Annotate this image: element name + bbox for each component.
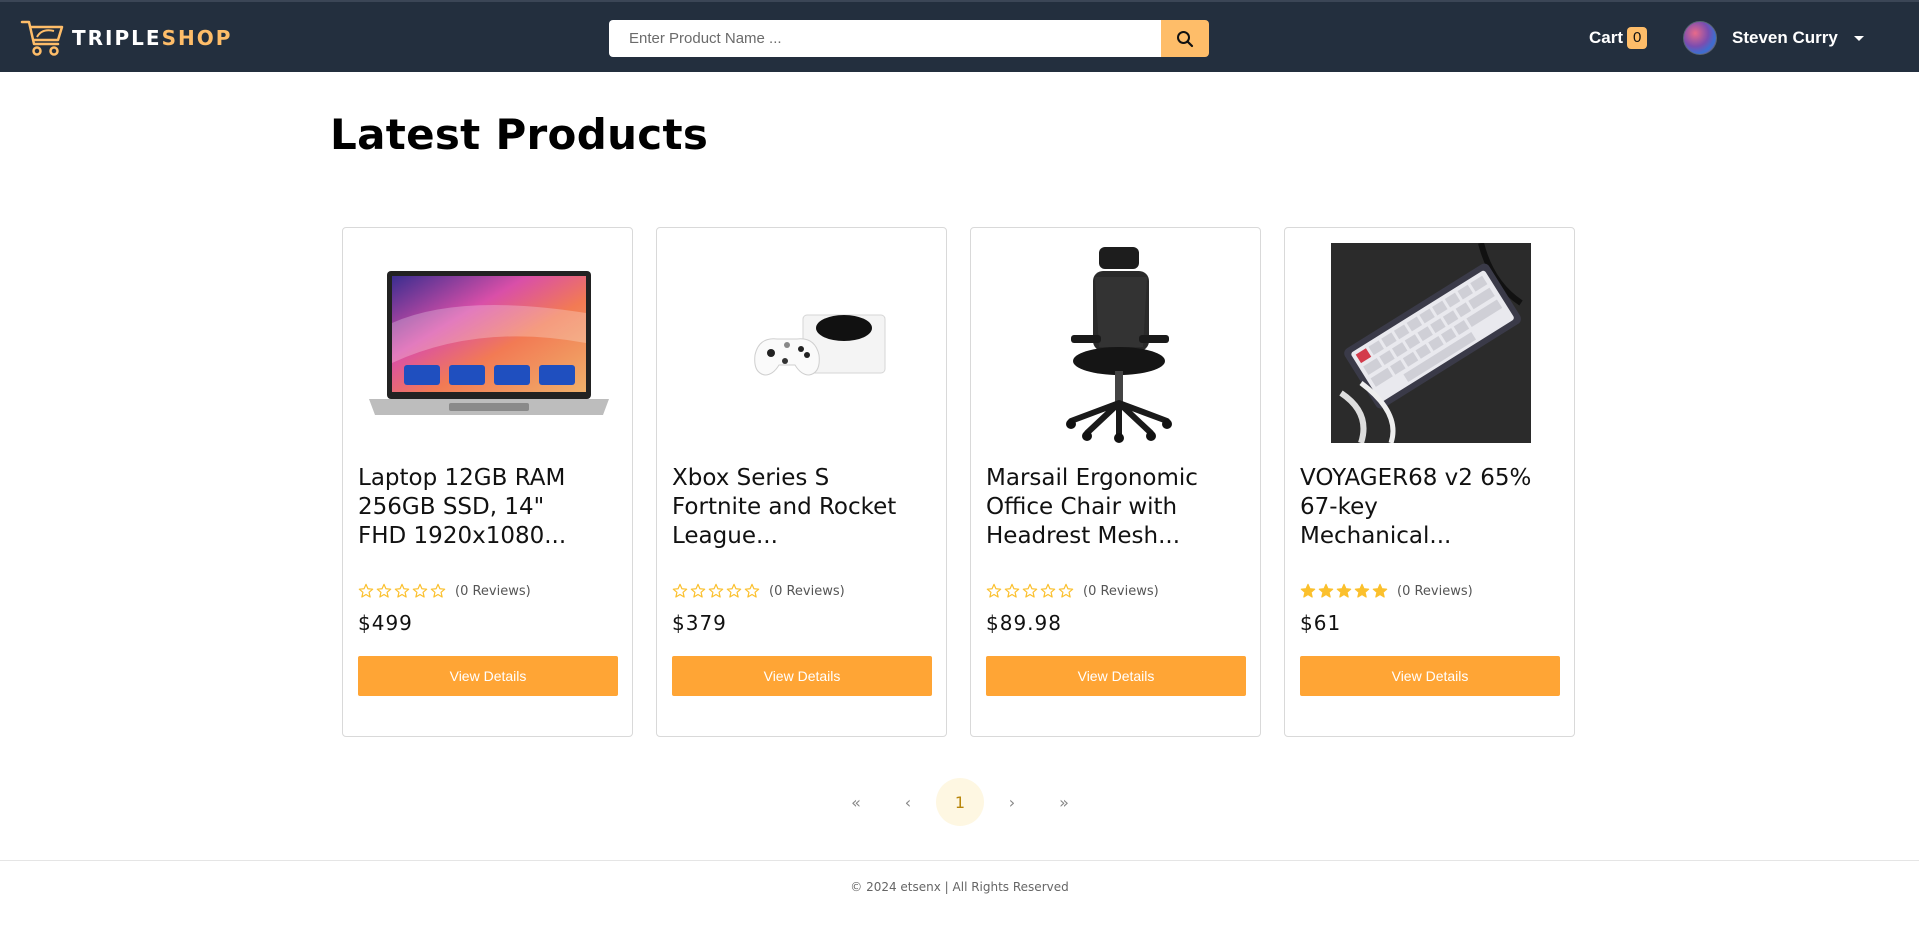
- star-outline-icon: [394, 583, 410, 598]
- rating-stars: [986, 583, 1074, 599]
- rating-stars: [1300, 583, 1388, 599]
- page-1-button[interactable]: 1: [936, 778, 984, 826]
- xbox-image-graphic: [754, 314, 886, 376]
- laptop-image-graphic: [369, 271, 609, 415]
- product-rating: (0 Reviews): [1300, 583, 1473, 599]
- xbox-image[interactable]: [673, 243, 933, 443]
- star-outline-icon: [412, 583, 428, 598]
- search-button[interactable]: [1161, 20, 1209, 57]
- star-filled-icon: [1300, 583, 1316, 598]
- cart-count-badge: 0: [1627, 27, 1648, 49]
- star-outline-icon: [708, 583, 724, 598]
- brand-name-part1: TRIPLE: [72, 26, 162, 50]
- brand-logo[interactable]: TRIPLESHOP: [20, 16, 232, 60]
- reviews-count: (0 Reviews): [1397, 583, 1473, 599]
- reviews-count: (0 Reviews): [1083, 583, 1159, 599]
- product-title[interactable]: Xbox Series S Fortnite and Rocket League…: [672, 464, 907, 551]
- first-page-button[interactable]: «: [832, 778, 880, 826]
- shopping-cart-logo-icon: [20, 20, 64, 56]
- previous-page-button[interactable]: ‹: [884, 778, 932, 826]
- star-outline-icon: [1040, 583, 1056, 598]
- star-outline-icon: [376, 583, 392, 598]
- rating-stars: [358, 583, 446, 599]
- star-outline-icon: [1058, 583, 1074, 598]
- star-outline-icon: [1022, 583, 1038, 598]
- product-price: $379: [672, 611, 727, 635]
- page-title: Latest Products: [330, 110, 709, 159]
- star-outline-icon: [1004, 583, 1020, 598]
- product-price: $89.98: [986, 611, 1062, 635]
- product-rating: (0 Reviews): [986, 583, 1159, 599]
- avatar: [1683, 21, 1717, 55]
- product-title[interactable]: VOYAGER68 v2 65% 67-key Mechanical...: [1300, 464, 1535, 551]
- star-outline-icon: [430, 583, 446, 598]
- office-chair-image[interactable]: [987, 243, 1247, 443]
- star-outline-icon: [690, 583, 706, 598]
- reviews-count: (0 Reviews): [455, 583, 531, 599]
- product-price: $61: [1300, 611, 1342, 635]
- star-filled-icon: [1336, 583, 1352, 598]
- star-outline-icon: [726, 583, 742, 598]
- product-title[interactable]: Laptop 12GB RAM 256GB SSD, 14" FHD 1920x…: [358, 464, 593, 551]
- footer-copyright: © 2024 etsenx | All Rights Reserved: [850, 880, 1069, 894]
- pagination: « ‹ 1 › »: [830, 778, 1090, 826]
- user-menu[interactable]: Steven Curry: [1683, 21, 1864, 55]
- chevron-down-icon: [1853, 35, 1864, 41]
- top-navbar: TRIPLESHOP Cart 0 Steven Curry: [0, 0, 1919, 72]
- cart-link[interactable]: Cart 0: [1589, 27, 1648, 49]
- star-outline-icon: [358, 583, 374, 598]
- laptop-image[interactable]: [359, 243, 619, 443]
- view-details-button[interactable]: View Details: [358, 656, 618, 696]
- search-bar: [609, 20, 1209, 57]
- product-price: $499: [358, 611, 413, 635]
- rating-stars: [672, 583, 760, 599]
- footer-divider: [0, 860, 1919, 861]
- star-outline-icon: [744, 583, 760, 598]
- product-card: Xbox Series S Fortnite and Rocket League…: [656, 227, 947, 737]
- product-rating: (0 Reviews): [672, 583, 845, 599]
- office-chair-image-graphic: [1066, 247, 1172, 443]
- star-filled-icon: [1354, 583, 1370, 598]
- cart-label: Cart: [1589, 28, 1624, 47]
- product-card: Laptop 12GB RAM 256GB SSD, 14" FHD 1920x…: [342, 227, 633, 737]
- next-page-button[interactable]: ›: [988, 778, 1036, 826]
- user-name: Steven Curry: [1732, 28, 1838, 47]
- keyboard-image[interactable]: [1301, 243, 1561, 443]
- star-filled-icon: [1372, 583, 1388, 598]
- keyboard-image-graphic: [1331, 243, 1531, 443]
- product-card: VOYAGER68 v2 65% 67-key Mechanical... (0…: [1284, 227, 1575, 737]
- view-details-button[interactable]: View Details: [672, 656, 932, 696]
- star-outline-icon: [986, 583, 1002, 598]
- view-details-button[interactable]: View Details: [1300, 656, 1560, 696]
- search-input[interactable]: [609, 20, 1161, 57]
- product-rating: (0 Reviews): [358, 583, 531, 599]
- star-filled-icon: [1318, 583, 1334, 598]
- view-details-button[interactable]: View Details: [986, 656, 1246, 696]
- reviews-count: (0 Reviews): [769, 583, 845, 599]
- last-page-button[interactable]: »: [1040, 778, 1088, 826]
- search-icon: [1177, 30, 1194, 47]
- product-grid: Laptop 12GB RAM 256GB SSD, 14" FHD 1920x…: [342, 227, 1575, 737]
- star-outline-icon: [672, 583, 688, 598]
- product-title[interactable]: Marsail Ergonomic Office Chair with Head…: [986, 464, 1221, 551]
- brand-name-part2: SHOP: [161, 26, 233, 50]
- product-card: Marsail Ergonomic Office Chair with Head…: [970, 227, 1261, 737]
- brand-name: TRIPLESHOP: [72, 28, 232, 48]
